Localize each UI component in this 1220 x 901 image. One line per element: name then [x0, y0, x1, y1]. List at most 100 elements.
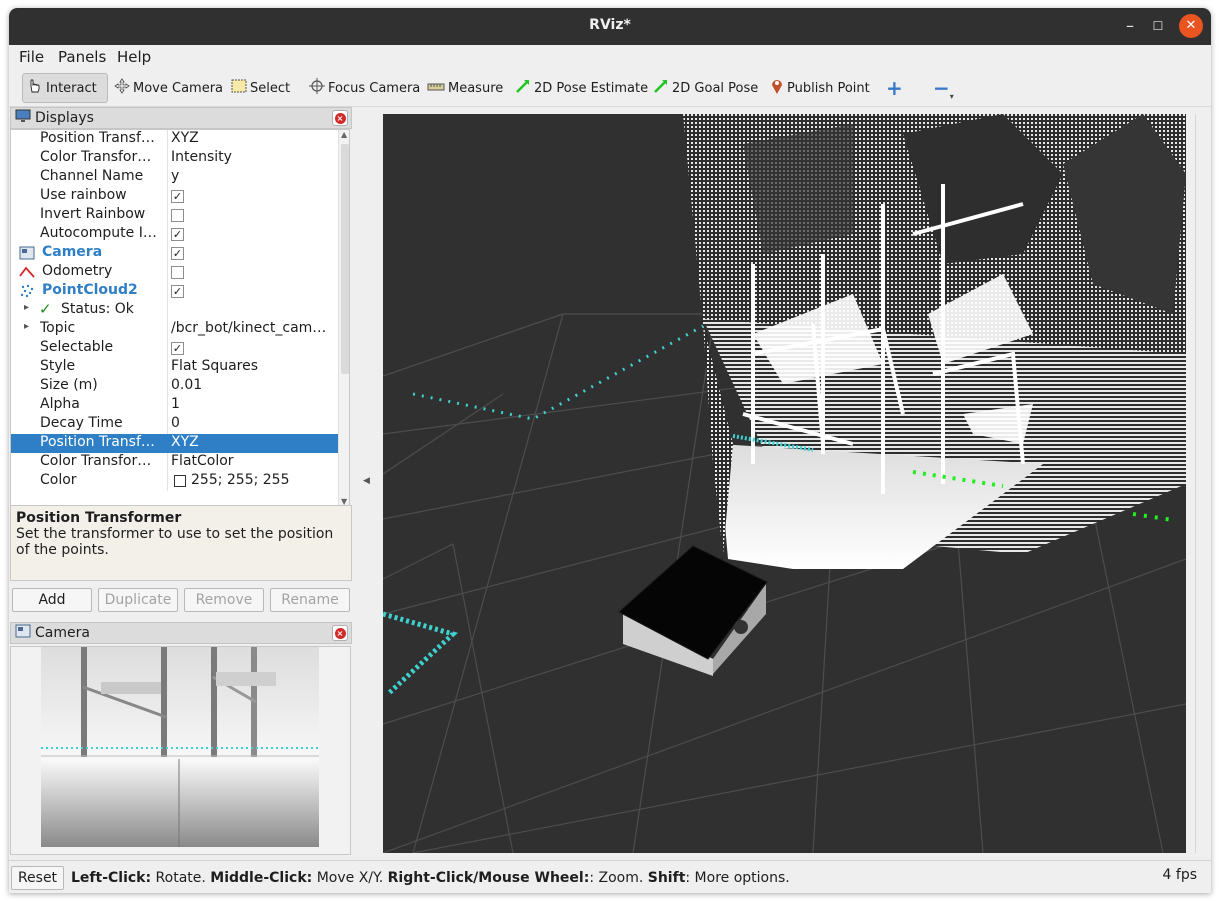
close-window-button[interactable]: ✕ [1179, 14, 1203, 38]
displays-title: Displays [35, 110, 94, 126]
hand-pointer-icon [27, 78, 43, 98]
camera-enabled-checkbox[interactable]: ✓ [171, 247, 184, 260]
invert-rainbow-checkbox[interactable] [171, 209, 184, 222]
tree-row[interactable]: Color 255; 255; 255 [11, 472, 338, 491]
menu-file[interactable]: File [19, 48, 44, 66]
measure-label: Measure [448, 80, 504, 96]
menu-bar: File Panels Help [9, 45, 1211, 69]
reset-button[interactable]: Reset [11, 866, 64, 890]
camera-display-icon [19, 246, 35, 264]
mouse-hint: Left-Click: Rotate. Middle-Click: Move X… [71, 870, 790, 886]
menu-help[interactable]: Help [117, 48, 151, 66]
close-icon: × [334, 627, 346, 639]
status-bar: Reset Left-Click: Rotate. Middle-Click: … [9, 860, 1211, 893]
tree-row[interactable]: Autocompute I… ✓ [11, 225, 338, 244]
close-icon: × [334, 112, 346, 124]
tree-row[interactable]: Style Flat Squares [11, 358, 338, 377]
move-camera-tool-button[interactable]: Move Camera [110, 73, 227, 103]
window-title: RViz* [589, 17, 631, 33]
interact-label: Interact [46, 80, 97, 96]
tree-row[interactable]: Channel Name y [11, 168, 338, 187]
tree-row[interactable]: Position Transf… XYZ [11, 130, 338, 149]
select-tool-button[interactable]: Select [227, 73, 294, 103]
fps-counter: 4 fps [1162, 867, 1197, 883]
green-arrow-icon [653, 78, 669, 98]
remove-tool-icon[interactable]: − ▾ [929, 73, 958, 103]
color-swatch[interactable] [174, 475, 186, 487]
camera-image-view [10, 646, 351, 855]
green-arrow-icon [515, 78, 531, 98]
move-camera-label: Move Camera [133, 80, 224, 96]
odometry-enabled-checkbox[interactable] [171, 266, 184, 279]
rviz-window: RViz* – ☐ ✕ File Panels Help Interact Mo… [9, 8, 1211, 893]
3d-scene [383, 114, 1186, 853]
displays-scrollbar[interactable]: ▲ ▼ [338, 130, 349, 506]
camera-image [41, 647, 319, 847]
goal-pose-tool-button[interactable]: 2D Goal Pose [649, 73, 762, 103]
tree-row[interactable]: Invert Rainbow [11, 206, 338, 225]
tool-bar: Interact Move Camera Select Focus Camera… [9, 69, 1211, 107]
close-camera-panel-button[interactable]: × [332, 625, 348, 641]
minimize-icon[interactable]: – [1118, 14, 1142, 38]
ruler-icon [427, 81, 445, 96]
menu-panels[interactable]: Panels [58, 48, 106, 66]
crosshair-icon [309, 78, 325, 98]
monitor-icon [15, 109, 31, 127]
tree-row[interactable]: PointCloud2 ✓ [11, 282, 338, 301]
camera-panel-header: Camera × [10, 622, 352, 644]
tree-row[interactable]: Decay Time 0 [11, 415, 338, 434]
pose-estimate-tool-button[interactable]: 2D Pose Estimate [511, 73, 652, 103]
robot-model [618, 545, 768, 676]
displays-panel-header: Displays × [10, 107, 352, 129]
odometry-icon [19, 265, 35, 283]
use-rainbow-checkbox[interactable]: ✓ [171, 190, 184, 203]
publish-point-tool-button[interactable]: Publish Point [766, 73, 874, 103]
3d-render-viewport[interactable] [383, 114, 1186, 853]
tree-row[interactable]: Size (m) 0.01 [11, 377, 338, 396]
camera-display-icon [15, 624, 31, 642]
pose-estimate-label: 2D Pose Estimate [534, 80, 649, 96]
property-description: Position Transformer Set the transformer… [10, 505, 352, 581]
dropdown-arrow-icon: ▾ [949, 91, 954, 101]
maximize-icon[interactable]: ☐ [1146, 14, 1170, 38]
publish-point-label: Publish Point [787, 80, 870, 96]
description-text: Set the transformer to use to set the po… [16, 526, 334, 558]
tree-row[interactable]: Selectable ✓ [11, 339, 338, 358]
rename-button[interactable]: Rename [270, 588, 350, 612]
add-tool-icon[interactable]: + [882, 73, 907, 103]
select-label: Select [250, 80, 291, 96]
pointcloud-icon [19, 284, 35, 302]
duplicate-button[interactable]: Duplicate [98, 588, 178, 612]
goal-pose-label: 2D Goal Pose [672, 80, 759, 96]
tree-row[interactable]: Camera ✓ [11, 244, 338, 263]
scroll-thumb[interactable] [341, 144, 349, 374]
pointcloud-enabled-checkbox[interactable]: ✓ [171, 285, 184, 298]
check-mark-icon: ✓ [39, 300, 52, 318]
move-arrows-icon [114, 78, 130, 98]
tree-row[interactable]: Color Transfor… Intensity [11, 149, 338, 168]
expand-arrow-icon[interactable]: ▸ [24, 321, 29, 332]
collapse-left-arrow-icon[interactable]: ◀ [363, 476, 370, 486]
displays-tree: Position Transf… XYZ Color Transfor… Inten… [10, 129, 350, 507]
map-pin-icon [770, 77, 784, 99]
add-display-button[interactable]: Add [12, 588, 92, 612]
tree-row[interactable]: Alpha 1 [11, 396, 338, 415]
expand-arrow-icon[interactable]: ▸ [24, 302, 29, 313]
focus-camera-label: Focus Camera [328, 80, 421, 96]
tree-row[interactable]: ▸ Topic/bcr_bot/kinect_cam… [11, 320, 338, 339]
focus-camera-tool-button[interactable]: Focus Camera [305, 73, 424, 103]
tree-row-selected[interactable]: Position Transf… XYZ [11, 434, 338, 453]
interact-tool-button[interactable]: Interact [22, 73, 108, 103]
title-bar: RViz* – ☐ ✕ [9, 8, 1211, 45]
tree-row[interactable]: Odometry [11, 263, 338, 282]
close-displays-panel-button[interactable]: × [332, 110, 348, 126]
scroll-up-icon[interactable]: ▲ [341, 130, 347, 139]
remove-button[interactable]: Remove [184, 588, 264, 612]
measure-tool-button[interactable]: Measure [423, 73, 507, 103]
tree-row[interactable]: Use rainbow ✓ [11, 187, 338, 206]
selectable-checkbox[interactable]: ✓ [171, 342, 184, 355]
tree-row[interactable]: ▸ ✓ Status: Ok [11, 300, 338, 320]
autocompute-checkbox[interactable]: ✓ [171, 228, 184, 241]
right-dock-splitter[interactable] [1195, 114, 1207, 853]
tree-row[interactable]: Color Transfor… FlatColor [11, 453, 338, 472]
